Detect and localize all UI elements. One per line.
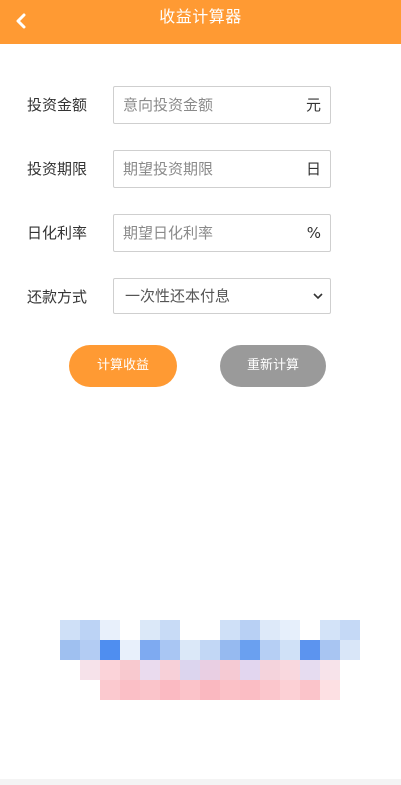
- amount-field-box: 元: [113, 86, 331, 124]
- amount-label: 投资金额: [27, 96, 88, 114]
- pixelated-image: [60, 620, 360, 700]
- repayment-label: 还款方式: [27, 288, 88, 306]
- amount-row: 投资金额 元: [0, 86, 401, 124]
- page-title: 收益计算器: [159, 7, 242, 26]
- header-bar: 收益计算器: [0, 0, 401, 44]
- page: 收益计算器 投资金额 元 投资期限 日 日化利率 % 还款方式 一次性还本付息 …: [0, 0, 401, 785]
- amount-unit: 元: [305, 96, 321, 114]
- amount-input[interactable]: [114, 87, 294, 123]
- repayment-selected-value: 一次性还本付息: [125, 287, 231, 305]
- period-unit: 日: [305, 160, 321, 178]
- rate-unit: %: [306, 224, 321, 242]
- repayment-row: 还款方式 一次性还本付息: [0, 278, 401, 316]
- chevron-down-icon: [313, 293, 323, 300]
- rate-row: 日化利率 %: [0, 214, 401, 252]
- reset-button[interactable]: 重新计算: [220, 345, 326, 387]
- bottom-divider: [0, 779, 401, 785]
- repayment-select[interactable]: 一次性还本付息: [113, 278, 331, 314]
- period-label: 投资期限: [27, 160, 88, 178]
- rate-label: 日化利率: [27, 224, 88, 242]
- calculate-button[interactable]: 计算收益: [69, 345, 177, 387]
- rate-input[interactable]: [114, 215, 294, 251]
- rate-field-box: %: [113, 214, 331, 252]
- period-field-box: 日: [113, 150, 331, 188]
- period-row: 投资期限 日: [0, 150, 401, 188]
- period-input[interactable]: [114, 151, 294, 187]
